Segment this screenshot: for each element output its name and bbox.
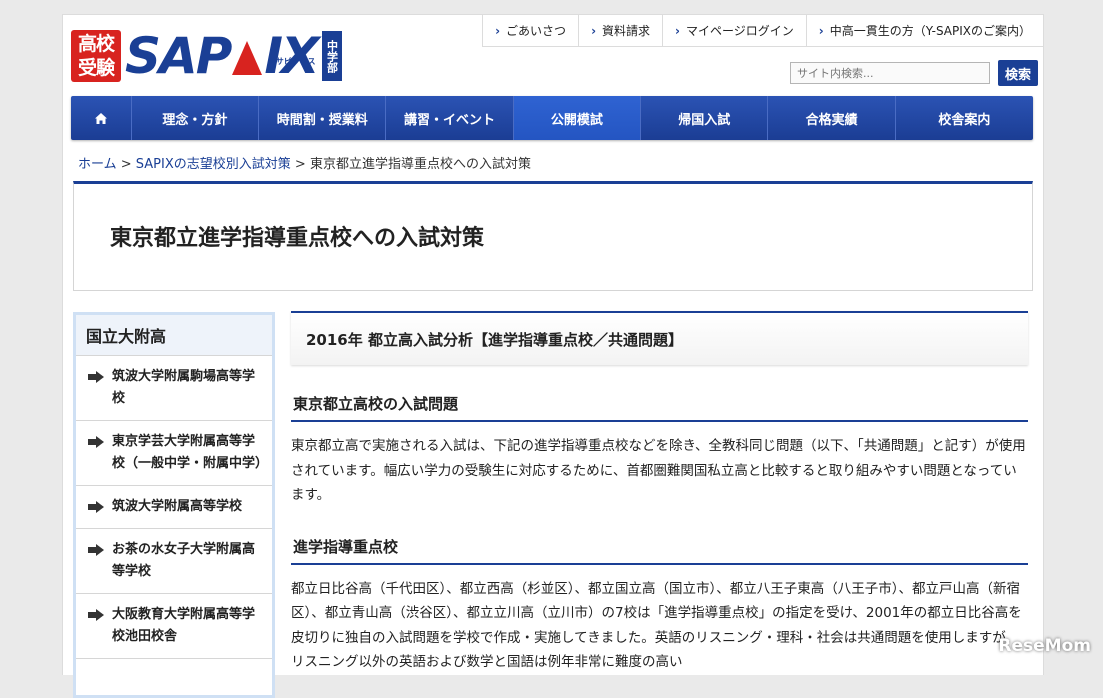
logo-triangle-icon bbox=[232, 41, 262, 75]
util-link-label: 資料請求 bbox=[602, 22, 650, 39]
page-title: 東京都立進学指導重点校への入試対策 bbox=[110, 220, 484, 252]
arrow-right-icon bbox=[88, 371, 104, 383]
sidebar-item-ochanomizu[interactable]: お茶の水女子大学附属高等学校 bbox=[76, 529, 272, 594]
site-search: 検索 bbox=[790, 62, 1038, 86]
chevron-right-icon: › bbox=[819, 24, 824, 38]
util-link-label: 中高一貫生の方（Y-SAPIXのご案内） bbox=[830, 22, 1031, 39]
sidebar-item-osaka-ikeda[interactable]: 大阪教育大学附属高等学校池田校舎 bbox=[76, 594, 272, 659]
breadcrumb-separator: > bbox=[291, 157, 310, 172]
logo-kana: サピックス bbox=[276, 37, 316, 87]
breadcrumb-home[interactable]: ホーム bbox=[78, 157, 117, 172]
arrow-right-icon bbox=[88, 501, 104, 513]
page-title-box: 東京都立進学指導重点校への入試対策 bbox=[73, 181, 1033, 291]
main-nav: 理念・方針 時間割・授業料 講習・イベント 公開模試 帰国入試 合格実績 校舎案… bbox=[71, 96, 1033, 140]
article-heading: 2016年 都立高入試分析【進学指導重点校／共通問題】 bbox=[291, 311, 1028, 365]
breadcrumb-level1[interactable]: SAPIXの志望校別入試対策 bbox=[136, 157, 291, 172]
arrow-right-icon bbox=[88, 436, 104, 448]
breadcrumb: ホーム > SAPIXの志望校別入試対策 > 東京都立進学指導重点校への入試対策 bbox=[78, 153, 531, 172]
nav-school-buildings[interactable]: 校舎案内 bbox=[896, 96, 1033, 140]
nav-public-mock-exams[interactable]: 公開模試 bbox=[514, 96, 641, 140]
nav-home[interactable] bbox=[71, 96, 132, 140]
sidebar-item-label: 大阪教育大学附属高等学校池田校舎 bbox=[112, 604, 264, 648]
sapix-logo[interactable]: 高校 受験 SAPIX サピックス 中学部 bbox=[71, 29, 342, 83]
nav-timetable-fees[interactable]: 時間割・授業料 bbox=[259, 96, 386, 140]
breadcrumb-separator: > bbox=[117, 157, 136, 172]
logo-wordmark: SAPIX サピックス bbox=[125, 31, 318, 81]
logo-side-label: 中学部 bbox=[322, 31, 342, 81]
chevron-right-icon: › bbox=[591, 24, 596, 38]
nav-returnee-exams[interactable]: 帰国入試 bbox=[641, 96, 768, 140]
nav-philosophy[interactable]: 理念・方針 bbox=[132, 96, 259, 140]
sidebar-heading: 国立大附高 bbox=[76, 315, 272, 356]
section-text-priority-schools: 都立日比谷高（千代田区）、都立西高（杉並区）、都立国立高（国立市）、都立八王子東… bbox=[291, 577, 1028, 675]
logo-badge: 高校 受験 bbox=[71, 30, 121, 82]
search-button[interactable]: 検索 bbox=[998, 60, 1038, 86]
arrow-right-icon bbox=[88, 544, 104, 556]
breadcrumb-current: 東京都立進学指導重点校への入試対策 bbox=[310, 157, 531, 172]
sidebar-item-label: 筑波大学附属駒場高等学校 bbox=[112, 366, 264, 410]
section-heading-priority-schools: 進学指導重点校 bbox=[291, 536, 1028, 565]
sidebar-item-label: お茶の水女子大学附属高等学校 bbox=[112, 539, 264, 583]
sidebar-item-label: 筑波大学附属高等学校 bbox=[112, 496, 242, 518]
logo-word-left: SAP bbox=[125, 27, 230, 85]
sidebar: 国立大附高 筑波大学附属駒場高等学校 東京学芸大学附属高等学校（一般中学・附属中… bbox=[73, 312, 275, 698]
section-text-exam-problems: 東京都立高で実施される入試は、下記の進学指導重点校などを除き、全教科同じ問題（以… bbox=[291, 434, 1028, 508]
util-link-request-materials[interactable]: › 資料請求 bbox=[579, 15, 663, 46]
logo-badge-line2: 受験 bbox=[71, 56, 121, 80]
util-link-mypage-login[interactable]: › マイページログイン bbox=[663, 15, 807, 46]
sidebar-item-tsukuba-komaba[interactable]: 筑波大学附属駒場高等学校 bbox=[76, 356, 272, 421]
search-input[interactable] bbox=[790, 62, 990, 84]
nav-courses-events[interactable]: 講習・イベント bbox=[386, 96, 513, 140]
sidebar-item-label: 東京学芸大学附属高等学校（一般中学・附属中学） bbox=[112, 431, 264, 475]
page-container: 高校 受験 SAPIX サピックス 中学部 › ごあいさつ › 資料請求 › マイペー… bbox=[62, 14, 1044, 675]
section-heading-exam-problems: 東京都立高校の入試問題 bbox=[291, 393, 1028, 422]
util-link-greeting[interactable]: › ごあいさつ bbox=[483, 15, 579, 46]
logo-badge-line1: 高校 bbox=[71, 32, 121, 56]
arrow-right-icon bbox=[88, 609, 104, 621]
home-icon bbox=[95, 113, 107, 124]
nav-results[interactable]: 合格実績 bbox=[768, 96, 895, 140]
util-link-label: マイページログイン bbox=[686, 22, 794, 39]
sidebar-item-gakugei[interactable]: 東京学芸大学附属高等学校（一般中学・附属中学） bbox=[76, 421, 272, 486]
resemom-watermark: ReseMom bbox=[998, 636, 1091, 656]
utility-nav: › ごあいさつ › 資料請求 › マイページログイン › 中高一貫生の方（Y-SAPIX… bbox=[482, 15, 1043, 47]
chevron-right-icon: › bbox=[495, 24, 500, 38]
chevron-right-icon: › bbox=[675, 24, 680, 38]
main-content: 2016年 都立高入試分析【進学指導重点校／共通問題】 東京都立高校の入試問題 … bbox=[291, 311, 1028, 675]
util-link-y-sapix[interactable]: › 中高一貫生の方（Y-SAPIXのご案内） bbox=[807, 15, 1043, 46]
util-link-label: ごあいさつ bbox=[506, 22, 566, 39]
sidebar-item-tsukuba[interactable]: 筑波大学附属高等学校 bbox=[76, 486, 272, 529]
